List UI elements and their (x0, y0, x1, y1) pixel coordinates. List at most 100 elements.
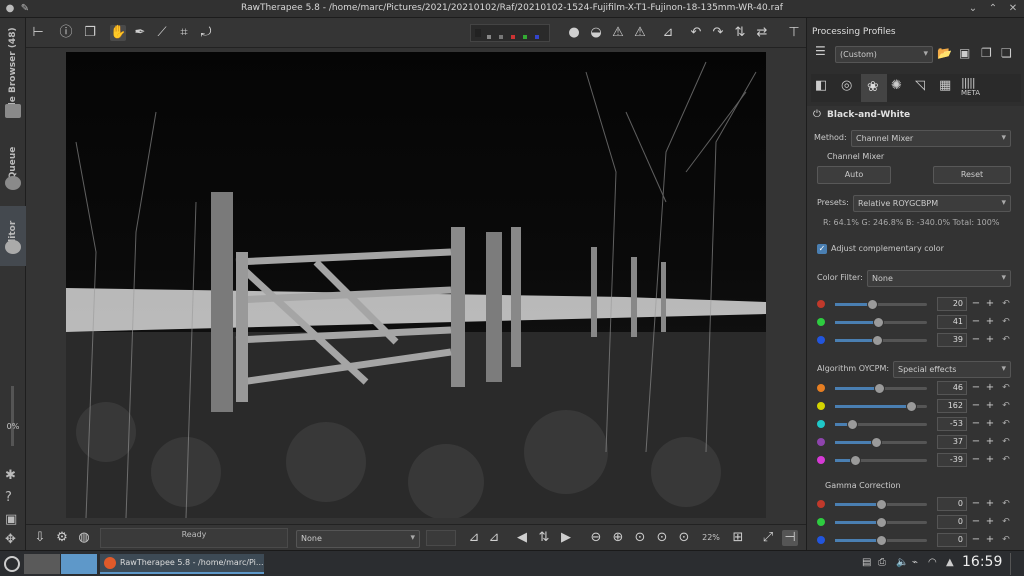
decrement-button[interactable]: − (971, 417, 981, 431)
exposure-tab-icon[interactable]: ◧ (815, 78, 827, 93)
tab-file-browser[interactable]: File Browser (48) (0, 26, 26, 116)
decrement-button[interactable]: − (971, 333, 981, 347)
increment-button[interactable]: + (985, 297, 995, 311)
slider-track[interactable] (835, 383, 927, 394)
reset-slider-icon[interactable]: ↶ (1001, 399, 1011, 413)
external-editor-icon[interactable]: ◍ (76, 530, 92, 546)
histogram-icon[interactable]: ⊿ (660, 25, 676, 41)
zoom-fit-crop-icon[interactable]: ⊙ (654, 530, 670, 546)
increment-button[interactable]: + (985, 497, 995, 511)
raw-tab-icon[interactable]: ▦ (939, 78, 951, 93)
slider-value[interactable]: 41 (937, 315, 967, 329)
slider-track[interactable] (835, 299, 927, 310)
slider-value[interactable]: 20 (937, 297, 967, 311)
slider-value[interactable]: 37 (937, 435, 967, 449)
zoom-100-icon[interactable]: ⊙ (676, 530, 692, 546)
color-tab-icon[interactable]: ❀ (861, 74, 887, 102)
slider-value[interactable]: -53 (937, 417, 967, 431)
warning-highlights-icon[interactable]: ⚠ (610, 25, 626, 41)
increment-button[interactable]: + (985, 453, 995, 467)
clipboard-icon[interactable]: ▤ (862, 557, 871, 568)
rotate-left-icon[interactable]: ↶ (688, 25, 704, 41)
power-icon[interactable]: ⏻ (813, 109, 821, 120)
decrement-button[interactable]: − (971, 297, 981, 311)
decrement-button[interactable]: − (971, 453, 981, 467)
flip-horizontal-icon[interactable]: ⇄ (754, 25, 770, 41)
minimize-icon[interactable]: ⌄ (966, 2, 980, 16)
slider-knob[interactable] (874, 383, 886, 394)
detail-tab-icon[interactable]: ◎ (841, 78, 852, 93)
slider-knob[interactable] (876, 499, 887, 510)
slider-knob[interactable] (873, 317, 885, 328)
complementary-checkbox[interactable]: ✓ (817, 244, 827, 254)
maximize-icon[interactable]: ⌃ (986, 2, 1000, 16)
save-profile-icon[interactable]: ▣ (959, 46, 970, 60)
meta-tab[interactable]: ||||| META (961, 76, 980, 97)
sync-icon[interactable]: ⊿ (486, 530, 502, 546)
slider-knob[interactable] (846, 419, 858, 430)
slider-value[interactable]: -39 (937, 453, 967, 467)
presets-select[interactable]: Relative ROYGCBPM (853, 195, 1011, 212)
profile-select-right[interactable]: (Custom) (835, 46, 933, 63)
straighten-icon[interactable]: ⟋ (154, 25, 170, 41)
volume-icon[interactable]: 🔈 (896, 557, 908, 568)
printer-icon[interactable]: ⎙ (878, 557, 886, 568)
slider-knob[interactable] (871, 437, 883, 448)
usb-icon[interactable]: ⌁ (912, 557, 918, 568)
auto-button[interactable]: Auto (817, 166, 891, 184)
increment-button[interactable]: + (985, 315, 995, 329)
before-after-icon[interactable]: ❐ (82, 25, 98, 41)
method-select[interactable]: Channel Mixer (851, 130, 1011, 147)
reset-slider-icon[interactable]: ↶ (1001, 333, 1011, 347)
slider-knob[interactable] (866, 299, 878, 310)
paste-profile-icon[interactable]: ❏ (1001, 46, 1012, 60)
wand-icon[interactable]: ✱ (5, 468, 16, 483)
decrement-button[interactable]: − (971, 399, 981, 413)
slider-track[interactable] (835, 535, 927, 546)
start-menu-icon[interactable] (4, 556, 20, 572)
increment-button[interactable]: + (985, 533, 995, 547)
shadow-clip-icon[interactable]: ◒ (588, 25, 604, 41)
new-detail-window-icon[interactable]: ⊞ (730, 530, 746, 546)
decrement-button[interactable]: − (971, 435, 981, 449)
color-swatch-select[interactable] (426, 530, 456, 546)
close-icon[interactable]: ✕ (1006, 2, 1020, 16)
decrement-button[interactable]: − (971, 533, 981, 547)
white-balance-picker-icon[interactable]: ✒ (132, 25, 148, 41)
show-desktop-button[interactable] (1010, 553, 1022, 575)
panel-toggle-icon[interactable]: ⊤ (786, 25, 802, 41)
decrement-button[interactable]: − (971, 381, 981, 395)
reset-slider-icon[interactable]: ↶ (1001, 515, 1011, 529)
slider-track[interactable] (835, 401, 927, 412)
copy-profile-icon[interactable]: ❐ (981, 46, 992, 60)
slider-track[interactable] (835, 437, 927, 448)
reset-slider-icon[interactable]: ↶ (1001, 315, 1011, 329)
reset-slider-icon[interactable]: ↶ (1001, 417, 1011, 431)
open-profile-icon[interactable]: 📂 (937, 46, 952, 60)
increment-button[interactable]: + (985, 381, 995, 395)
color-filter-select[interactable]: None (867, 270, 1011, 287)
zoom-out-icon[interactable]: ⊖ (588, 530, 604, 546)
decrement-button[interactable]: − (971, 497, 981, 511)
save-image-icon[interactable]: ⇩ (32, 530, 48, 546)
reset-slider-icon[interactable]: ↶ (1001, 453, 1011, 467)
slider-value[interactable]: 0 (937, 515, 967, 529)
flip-vertical-icon[interactable]: ⇅ (732, 25, 748, 41)
slider-value[interactable]: 0 (937, 533, 967, 547)
slider-value[interactable]: 39 (937, 333, 967, 347)
history-toggle-icon[interactable]: ⊢ (30, 25, 46, 41)
reset-slider-icon[interactable]: ↶ (1001, 381, 1011, 395)
increment-button[interactable]: + (985, 333, 995, 347)
slider-knob[interactable] (876, 535, 887, 546)
slider-value[interactable]: 162 (937, 399, 967, 413)
focus-mask-icon[interactable]: ● (566, 25, 582, 41)
slider-value[interactable]: 0 (937, 497, 967, 511)
rotate-right-icon[interactable]: ↷ (710, 25, 726, 41)
reset-slider-icon[interactable]: ↶ (1001, 297, 1011, 311)
slider-track[interactable] (835, 419, 927, 430)
slider-track[interactable] (835, 517, 927, 528)
send-to-queue-icon[interactable]: ⚙ (54, 530, 70, 546)
channel-preview-buttons[interactable] (470, 24, 550, 42)
slider-knob[interactable] (872, 335, 884, 346)
reset-slider-icon[interactable]: ↶ (1001, 497, 1011, 511)
